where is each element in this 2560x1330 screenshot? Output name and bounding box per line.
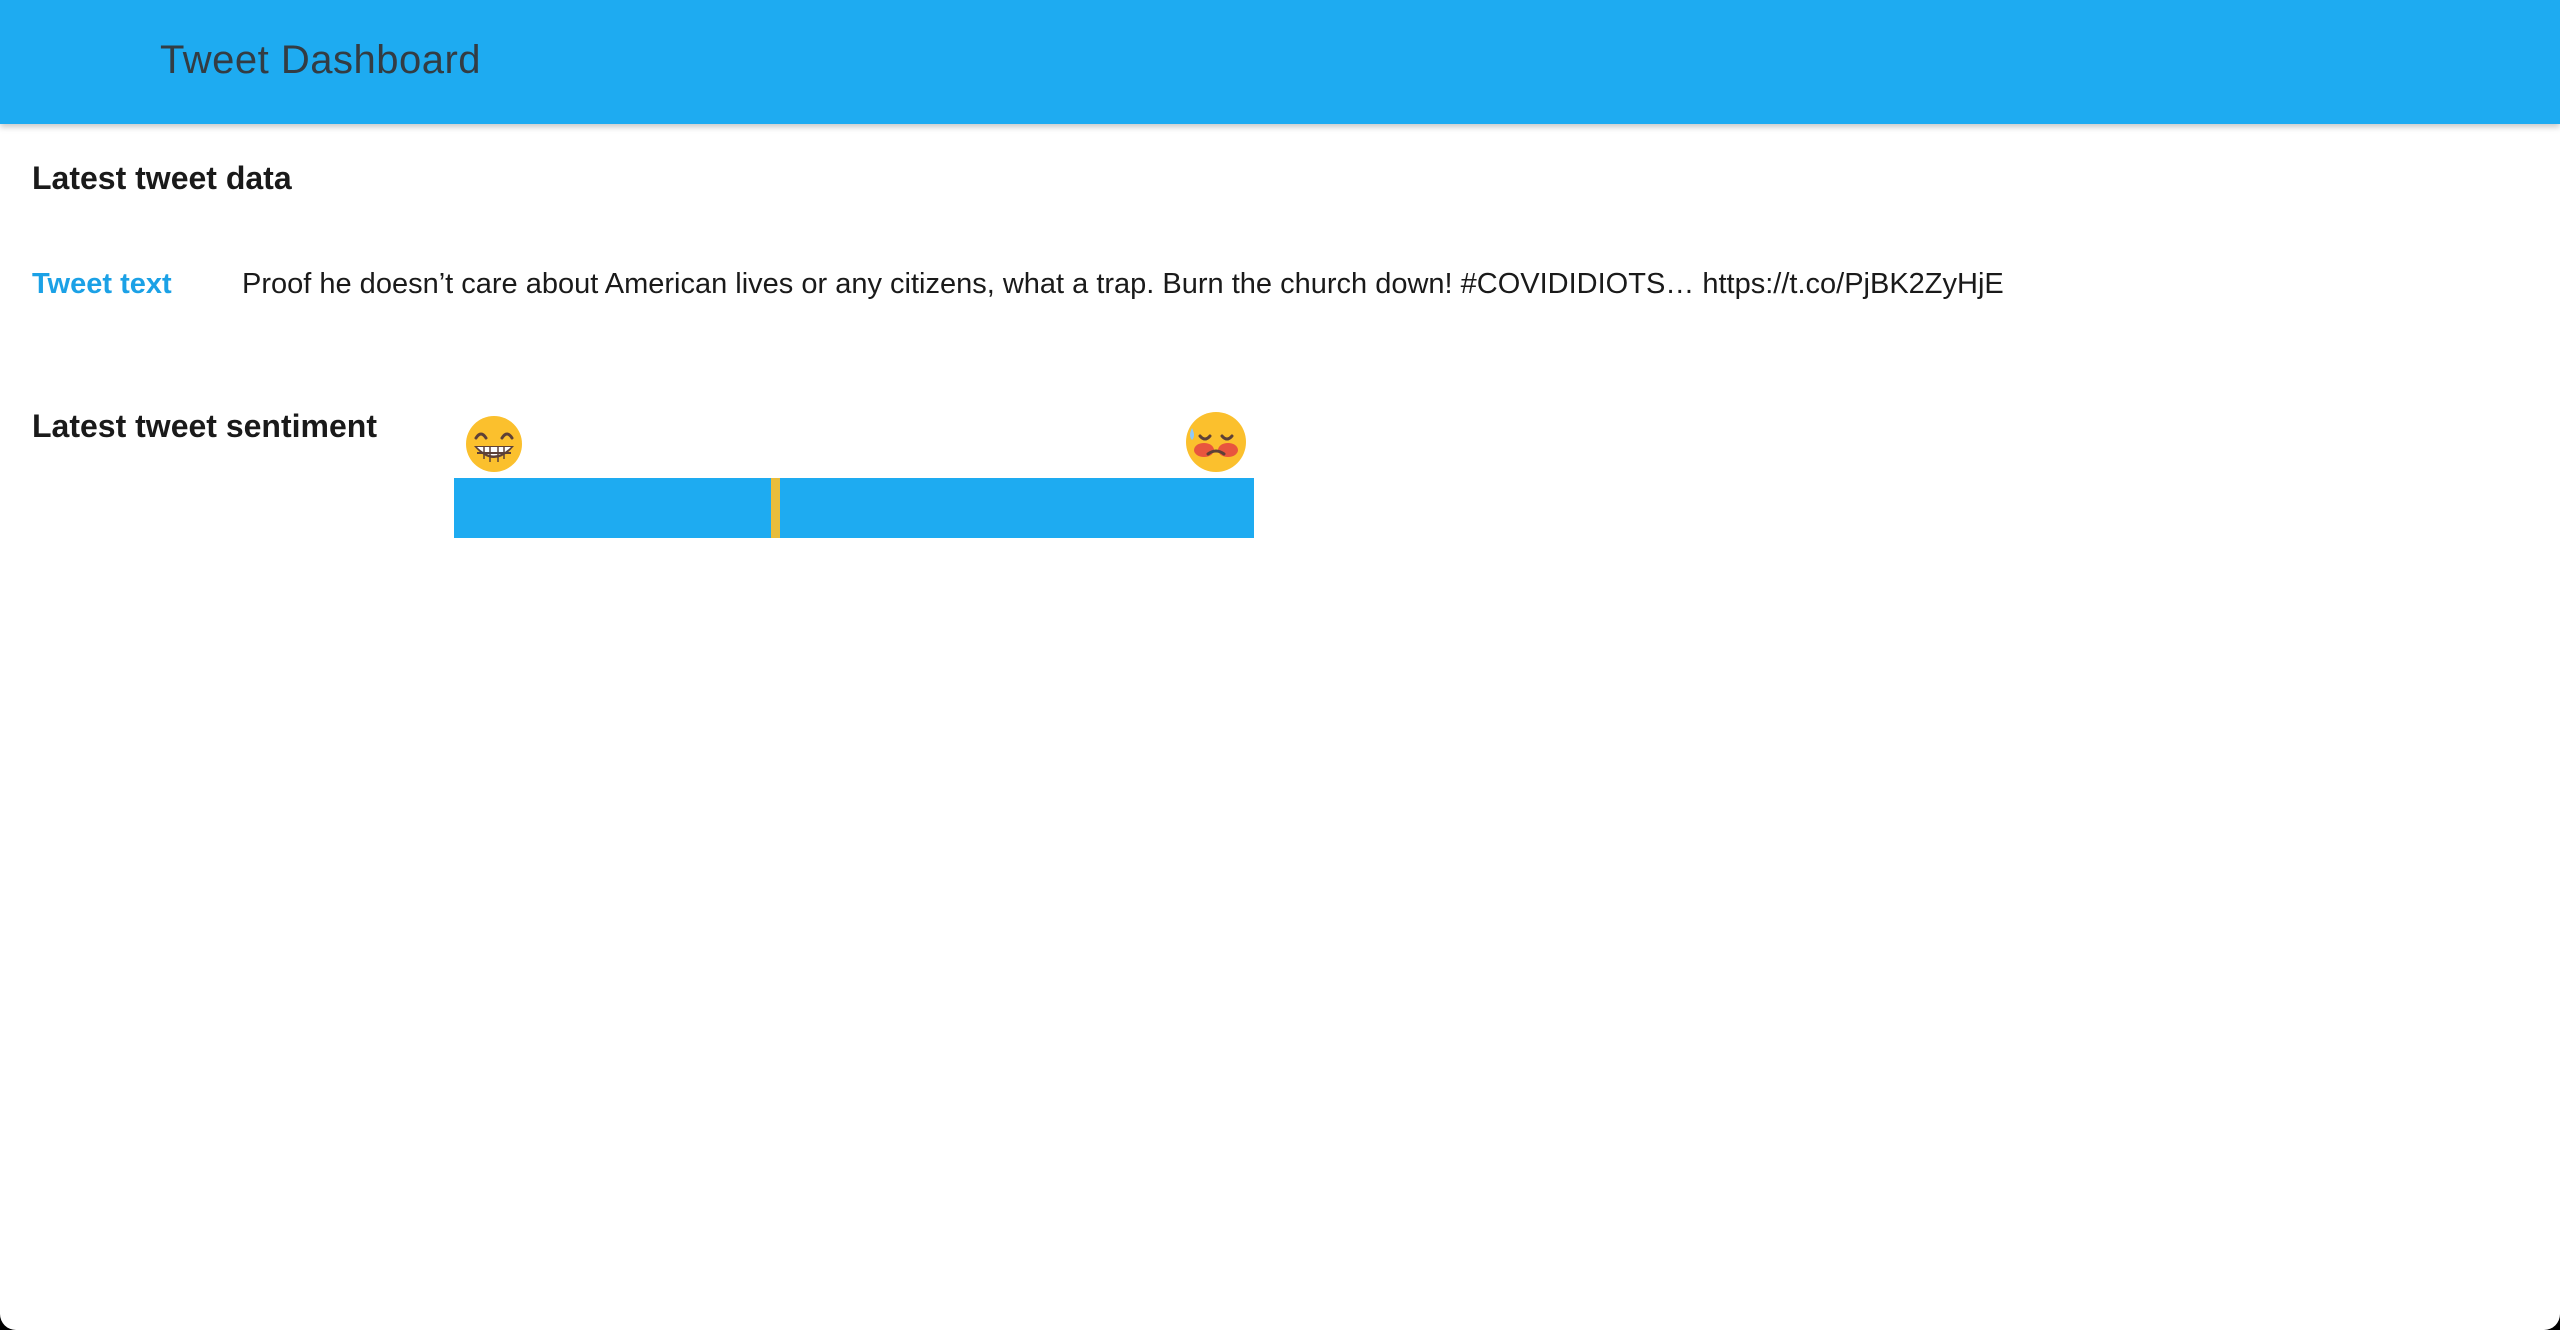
tweet-text-value: Proof he doesn’t care about American liv… — [242, 268, 2004, 300]
latest-tweet-data-heading: Latest tweet data — [32, 160, 292, 196]
dashboard-window: Tweet Dashboard Latest tweet data Tweet … — [0, 0, 2560, 1330]
sentiment-bar — [454, 478, 1254, 538]
grinning-face-icon — [454, 406, 534, 474]
sad-face-icon — [1176, 406, 1256, 474]
sentiment-marker — [771, 478, 780, 538]
app-title: Tweet Dashboard — [160, 38, 482, 82]
app-bar: Tweet Dashboard — [0, 0, 2560, 124]
tweet-text-label: Tweet text — [32, 268, 172, 300]
latest-tweet-sentiment-heading: Latest tweet sentiment — [32, 408, 377, 444]
